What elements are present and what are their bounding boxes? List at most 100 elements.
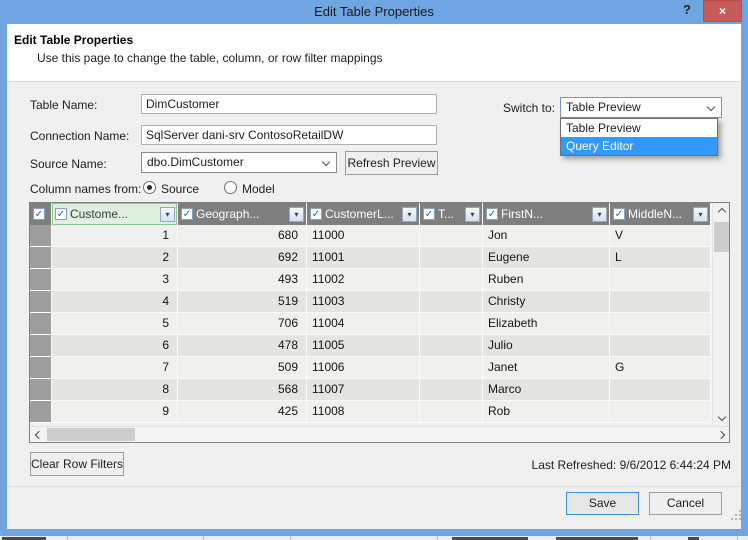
column-checkbox[interactable]: ✓ bbox=[55, 208, 67, 220]
grid-cell: 680 bbox=[178, 225, 307, 247]
grid-cell: 11001 bbox=[307, 247, 420, 269]
chevron-left-icon bbox=[34, 430, 43, 439]
dialog-window: Edit Table Properties ? × Edit Table Pro… bbox=[0, 0, 748, 536]
grid-cell: 11002 bbox=[307, 269, 420, 291]
vertical-scrollbar[interactable] bbox=[712, 203, 729, 425]
column-header[interactable]: ✓ CustomerL... ▾ bbox=[307, 203, 420, 225]
grid-cell bbox=[420, 269, 483, 291]
radio-source-label[interactable]: Source bbox=[161, 182, 199, 196]
table-row: 8 568 11007 Marco bbox=[30, 379, 711, 401]
connection-name-input[interactable] bbox=[141, 125, 437, 145]
select-all-header-cell[interactable]: ✓ bbox=[30, 203, 52, 225]
radio-source[interactable] bbox=[143, 181, 156, 194]
dialog-header-section: Edit Table Properties Use this page to c… bbox=[7, 24, 741, 82]
column-checkbox[interactable]: ✓ bbox=[613, 208, 625, 220]
page-subtitle: Use this page to change the table, colum… bbox=[37, 51, 383, 65]
column-header[interactable]: ✓ FirstN... ▾ bbox=[483, 203, 610, 225]
help-icon[interactable]: ? bbox=[678, 2, 696, 20]
grid-cell bbox=[610, 269, 711, 291]
grid-cell: 519 bbox=[178, 291, 307, 313]
row-header[interactable] bbox=[30, 357, 52, 379]
scroll-thumb-vertical[interactable] bbox=[714, 222, 729, 252]
row-header[interactable] bbox=[30, 291, 52, 313]
row-header[interactable] bbox=[30, 247, 52, 269]
source-name-select[interactable]: dbo.DimCustomer bbox=[141, 152, 337, 173]
close-button[interactable]: × bbox=[703, 0, 742, 22]
column-header-label: CustomerL... bbox=[325, 207, 394, 221]
column-checkbox[interactable]: ✓ bbox=[310, 208, 322, 220]
grid-cell: Janet bbox=[483, 357, 610, 379]
column-filter-button[interactable]: ▾ bbox=[289, 206, 304, 222]
table-row: 7 509 11006 Janet G bbox=[30, 357, 711, 379]
horizontal-scrollbar[interactable] bbox=[30, 426, 729, 442]
row-header[interactable] bbox=[30, 313, 52, 335]
grid-cell: 425 bbox=[178, 401, 307, 423]
column-header[interactable]: ✓ Geograph... ▾ bbox=[178, 203, 307, 225]
grid-cell: 11005 bbox=[307, 335, 420, 357]
column-checkbox[interactable]: ✓ bbox=[181, 208, 193, 220]
dialog-body: Edit Table Properties Use this page to c… bbox=[7, 24, 741, 529]
column-filter-button[interactable]: ▾ bbox=[693, 206, 708, 222]
grid-cell: 11007 bbox=[307, 379, 420, 401]
grid-cell: 5 bbox=[52, 313, 178, 335]
table-row: 5 706 11004 Elizabeth bbox=[30, 313, 711, 335]
column-checkbox[interactable]: ✓ bbox=[423, 208, 435, 220]
table-name-input[interactable] bbox=[141, 94, 437, 114]
grid-cell: 11000 bbox=[307, 225, 420, 247]
grid-cell: Julio bbox=[483, 335, 610, 357]
table-row: 4 519 11003 Christy bbox=[30, 291, 711, 313]
column-filter-button[interactable]: ▾ bbox=[465, 206, 480, 222]
cancel-button[interactable]: Cancel bbox=[649, 492, 722, 515]
scroll-down-button[interactable] bbox=[714, 409, 729, 424]
row-header[interactable] bbox=[30, 379, 52, 401]
column-header[interactable]: ✓ Custome... ▾ bbox=[52, 203, 178, 225]
scroll-right-button[interactable] bbox=[713, 427, 728, 442]
row-header[interactable] bbox=[30, 225, 52, 247]
column-header-label: MiddleN... bbox=[628, 207, 683, 221]
grid-header: ✓ ✓ Custome... ▾ ✓ Geograph... ▾ ✓ CustomerL...… bbox=[30, 203, 711, 225]
scroll-up-button[interactable] bbox=[714, 204, 729, 219]
column-filter-button[interactable]: ▾ bbox=[402, 206, 417, 222]
grid-cell: 3 bbox=[52, 269, 178, 291]
column-checkbox[interactable]: ✓ bbox=[486, 208, 498, 220]
grid-cell bbox=[610, 291, 711, 313]
grid-cell bbox=[420, 401, 483, 423]
row-header[interactable] bbox=[30, 269, 52, 291]
dropdown-option-table-preview[interactable]: Table Preview bbox=[561, 119, 717, 137]
grid-cell bbox=[610, 379, 711, 401]
resize-grip[interactable] bbox=[731, 510, 741, 520]
chevron-right-icon bbox=[716, 430, 725, 439]
radio-model-label[interactable]: Model bbox=[242, 182, 275, 196]
grid-cell: 11004 bbox=[307, 313, 420, 335]
select-all-checkbox[interactable]: ✓ bbox=[33, 208, 45, 220]
dropdown-option-query-editor[interactable]: Query Editor bbox=[561, 137, 717, 155]
column-header[interactable]: ✓ T... ▾ bbox=[420, 203, 483, 225]
save-button[interactable]: Save bbox=[566, 492, 639, 515]
table-row: 3 493 11002 Ruben bbox=[30, 269, 711, 291]
grid-cell: 1 bbox=[52, 225, 178, 247]
grid-cell: 6 bbox=[52, 335, 178, 357]
grid-cell bbox=[420, 335, 483, 357]
switch-to-select[interactable]: Table Preview bbox=[560, 97, 722, 118]
grid-cell: Jon bbox=[483, 225, 610, 247]
grid-cell: V bbox=[610, 225, 711, 247]
grid-cell: 11008 bbox=[307, 401, 420, 423]
refresh-preview-button[interactable]: Refresh Preview bbox=[345, 151, 438, 175]
column-filter-button[interactable]: ▾ bbox=[592, 206, 607, 222]
connection-name-label: Connection Name: bbox=[30, 129, 130, 143]
clear-row-filters-button[interactable]: Clear Row Filters bbox=[30, 452, 124, 476]
column-header-label: Custome... bbox=[70, 207, 129, 221]
column-filter-button[interactable]: ▾ bbox=[160, 206, 175, 222]
column-header[interactable]: ✓ MiddleN... ▾ bbox=[610, 203, 711, 225]
table-row: 6 478 11005 Julio bbox=[30, 335, 711, 357]
grid-cell: 4 bbox=[52, 291, 178, 313]
scroll-left-button[interactable] bbox=[31, 427, 46, 442]
grid-cell: L bbox=[610, 247, 711, 269]
grid-cell: 11006 bbox=[307, 357, 420, 379]
radio-model[interactable] bbox=[224, 181, 237, 194]
row-header[interactable] bbox=[30, 401, 52, 423]
table-name-label: Table Name: bbox=[30, 98, 98, 112]
scroll-thumb-horizontal[interactable] bbox=[47, 428, 135, 441]
grid-cell: Christy bbox=[483, 291, 610, 313]
row-header[interactable] bbox=[30, 335, 52, 357]
